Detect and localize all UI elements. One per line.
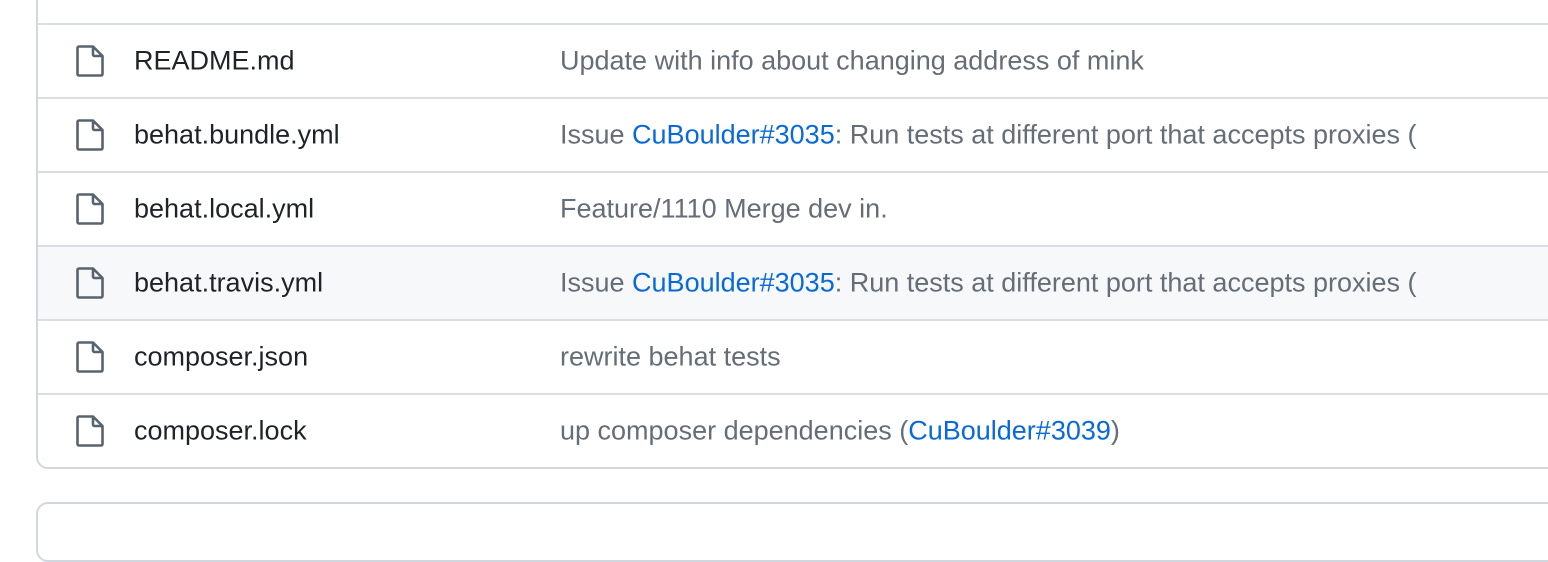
- commit-message[interactable]: Update with info about changing address …: [560, 46, 1144, 77]
- file-row[interactable]: behat.travis.yml Issue CuBoulder#3035: Ru…: [38, 245, 1548, 319]
- file-row[interactable]: composer.lock up composer dependencies (C…: [38, 393, 1548, 467]
- file-row[interactable]: README.md Update with info about changing…: [38, 23, 1548, 97]
- file-icon: [76, 341, 104, 373]
- commit-message-text: rewrite behat tests: [560, 341, 781, 372]
- commit-message-text: Feature/1110 Merge dev in.: [560, 193, 888, 224]
- issue-link[interactable]: CuBoulder#3035: [632, 268, 835, 298]
- commit-message-text: Update with info about changing address …: [560, 45, 1144, 76]
- commit-message-text: : Run tests at different port that accep…: [834, 267, 1417, 298]
- commit-message-text: Issue: [560, 267, 633, 298]
- commit-message[interactable]: Issue CuBoulder#3035: Run tests at diffe…: [560, 268, 1417, 299]
- file-icon: [76, 119, 104, 151]
- file-icon: [76, 267, 104, 299]
- next-panel-box: [36, 502, 1548, 562]
- file-icon: [76, 193, 104, 225]
- file-row[interactable]: behat.bundle.yml Issue CuBoulder#3035: Ru…: [38, 97, 1548, 171]
- file-icon: [76, 415, 104, 447]
- commit-message-text: up composer dependencies (: [560, 415, 909, 446]
- file-name-link[interactable]: composer.lock: [134, 416, 307, 447]
- file-row[interactable]: composer.json rewrite behat tests: [38, 319, 1548, 393]
- commit-message-text: : Run tests at different port that accep…: [834, 119, 1417, 150]
- partial-row-top: [38, 0, 1548, 23]
- commit-message[interactable]: up composer dependencies (CuBoulder#3039…: [560, 416, 1120, 447]
- file-name-link[interactable]: composer.json: [134, 342, 308, 373]
- issue-link[interactable]: CuBoulder#3035: [632, 120, 835, 150]
- file-name-link[interactable]: behat.bundle.yml: [134, 120, 340, 151]
- file-row[interactable]: behat.local.yml Feature/1110 Merge dev in…: [38, 171, 1548, 245]
- commit-message-text: Issue: [560, 119, 633, 150]
- file-name-link[interactable]: behat.local.yml: [134, 194, 314, 225]
- commit-message[interactable]: Feature/1110 Merge dev in.: [560, 194, 888, 225]
- commit-message-text: ): [1110, 415, 1120, 446]
- file-name-link[interactable]: README.md: [134, 46, 295, 77]
- issue-link[interactable]: CuBoulder#3039: [908, 416, 1111, 446]
- commit-message[interactable]: Issue CuBoulder#3035: Run tests at diffe…: [560, 120, 1417, 151]
- file-rows: README.md Update with info about changing…: [38, 23, 1548, 467]
- file-list-table: README.md Update with info about changing…: [36, 0, 1548, 469]
- file-name-link[interactable]: behat.travis.yml: [134, 268, 323, 299]
- file-icon: [76, 45, 104, 77]
- commit-message[interactable]: rewrite behat tests: [560, 342, 781, 373]
